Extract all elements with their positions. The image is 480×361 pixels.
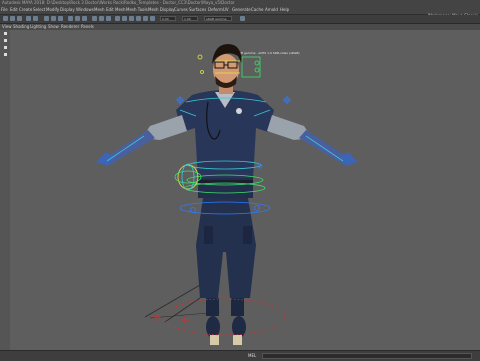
ipr-render-icon[interactable] (99, 16, 104, 21)
grid-toggle-icon[interactable] (122, 16, 127, 21)
smooth-shade-icon[interactable] (136, 16, 141, 21)
menu-generate[interactable]: Generate (232, 7, 251, 13)
character-head (212, 44, 242, 94)
menu-modify[interactable]: Modify (46, 7, 59, 13)
color-management-icon[interactable] (240, 16, 245, 21)
snap-point-icon[interactable] (82, 16, 87, 21)
gamma-field[interactable]: 1.00 (182, 16, 198, 21)
menu-surfaces[interactable]: Surfaces (189, 7, 206, 13)
menu-uv[interactable]: UV (223, 7, 229, 13)
menu-edit-mesh[interactable]: Edit Mesh (106, 7, 126, 13)
menu-curves[interactable]: Curves (174, 7, 188, 13)
undo-icon[interactable] (26, 16, 31, 21)
open-scene-icon[interactable] (10, 16, 15, 21)
redo-icon[interactable] (33, 16, 38, 21)
script-language-toggle[interactable]: MEL (248, 353, 256, 358)
snap-grid-icon[interactable] (68, 16, 73, 21)
window-title: Autodesk MAYA 2018: D:\Desktop\Rock 3 Do… (2, 0, 235, 5)
save-scene-icon[interactable] (17, 16, 22, 21)
paint-select-icon[interactable] (58, 16, 63, 21)
move-tool-icon[interactable] (4, 39, 7, 42)
select-icon[interactable] (44, 16, 49, 21)
render-icon[interactable] (92, 16, 97, 21)
3d-viewport[interactable]: sRGB gamma · ACES 1.0 SDR-video (sRGB) (10, 30, 480, 350)
select-tool-icon[interactable] (4, 32, 7, 35)
render-settings-icon[interactable] (106, 16, 111, 21)
view-transform-field[interactable]: sRGB gamma (204, 16, 232, 21)
menu-edit[interactable]: Edit (10, 7, 18, 13)
menu-file[interactable]: File (1, 7, 8, 13)
new-scene-icon[interactable] (3, 16, 8, 21)
character-torso (176, 90, 274, 198)
scale-tool-icon[interactable] (4, 53, 7, 56)
menu-mesh-tools[interactable]: Mesh Tools (126, 7, 148, 13)
textured-icon[interactable] (143, 16, 148, 21)
menu-select[interactable]: Select (33, 7, 45, 13)
menu-mesh[interactable]: Mesh (94, 7, 105, 13)
menu-help[interactable]: Help (280, 7, 289, 13)
lasso-icon[interactable] (51, 16, 56, 21)
wireframe-icon[interactable] (129, 16, 134, 21)
camera-icon[interactable] (115, 16, 120, 21)
menu-arnold[interactable]: Arnold (265, 7, 278, 13)
character-legs (196, 198, 256, 345)
command-input[interactable] (262, 353, 472, 359)
menu-create[interactable]: Create (19, 7, 32, 13)
menu-bar: File Edit Create Select Modify Display W… (0, 6, 480, 18)
menu-cache[interactable]: Cache (251, 7, 263, 13)
rotate-tool-icon[interactable] (4, 46, 7, 49)
snap-curve-icon[interactable] (75, 16, 80, 21)
tool-box (0, 30, 10, 360)
scene-render (96, 44, 358, 345)
command-line: MEL (0, 350, 480, 361)
menu-windows[interactable]: Windows (76, 7, 94, 13)
menu-mesh-display[interactable]: Mesh Display (148, 7, 175, 13)
menu-display[interactable]: Display (60, 7, 75, 13)
lights-icon[interactable] (150, 16, 155, 21)
status-line-toolbar: 0.00 1.00 sRGB gamma (0, 15, 480, 24)
menu-deform[interactable]: Deform (208, 7, 223, 13)
exposure-field[interactable]: 0.00 (160, 16, 176, 21)
